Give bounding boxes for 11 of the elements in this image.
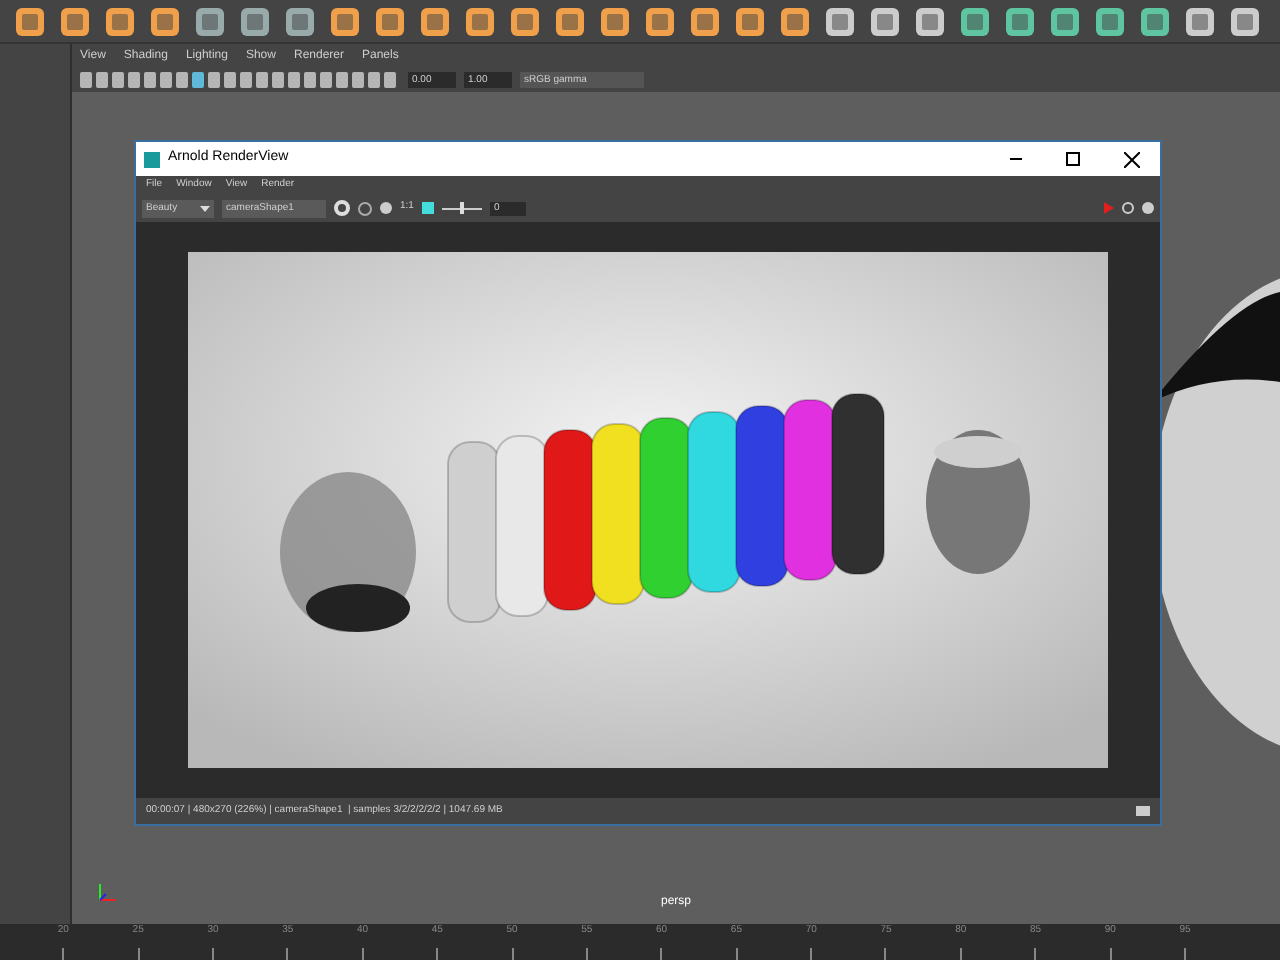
caret-icon xyxy=(200,205,210,211)
close-icon[interactable] xyxy=(1124,151,1140,167)
settings-icon[interactable] xyxy=(1142,202,1154,214)
compare-icon[interactable] xyxy=(358,201,372,215)
region-icon[interactable] xyxy=(421,202,434,214)
axis-icon xyxy=(96,880,120,904)
refresh-icon[interactable] xyxy=(1122,202,1134,214)
render-button-icon[interactable] xyxy=(334,200,350,216)
slider-thumb[interactable] xyxy=(459,201,464,213)
maximize-icon[interactable] xyxy=(1066,152,1080,166)
app-logo-icon xyxy=(144,151,160,167)
